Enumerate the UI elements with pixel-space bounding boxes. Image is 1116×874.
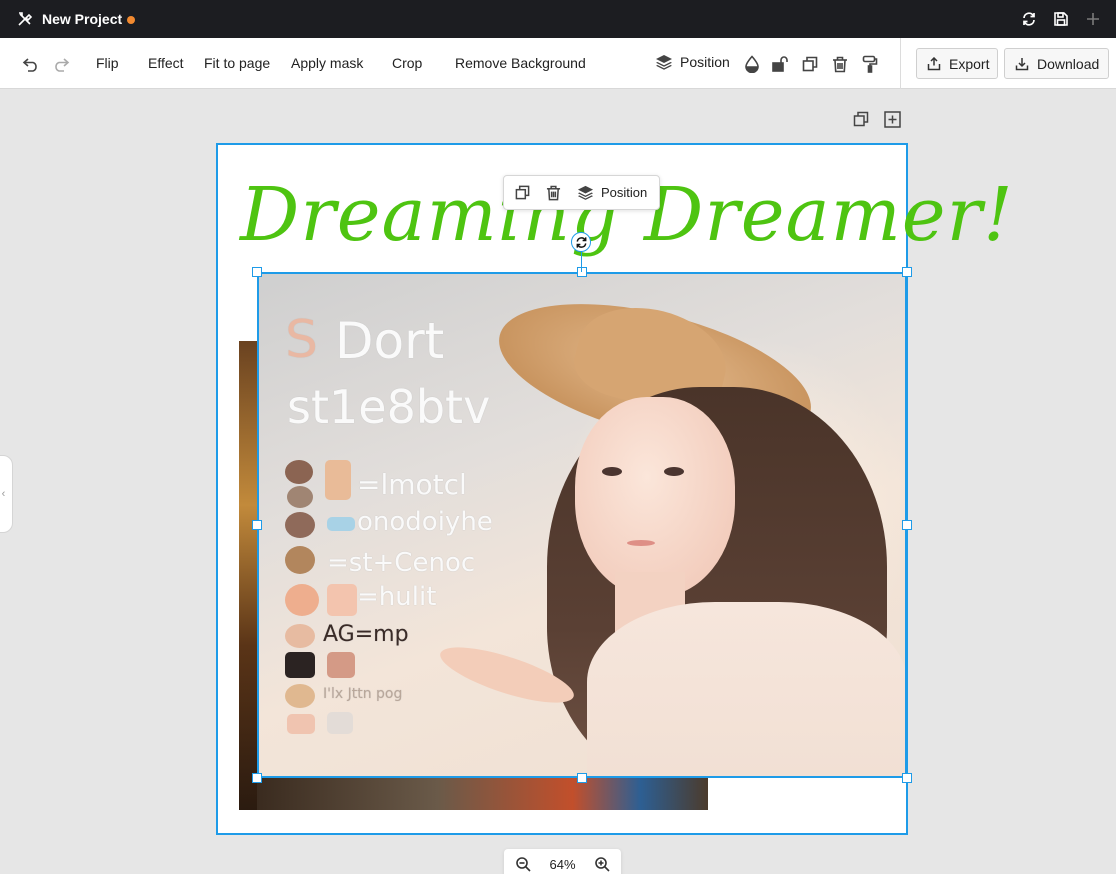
effect-button[interactable]: Effect [148,55,184,71]
layers-icon [655,53,673,71]
download-button[interactable]: Download [1004,48,1109,79]
sidebar-toggle[interactable]: ‹ [0,455,13,533]
resize-handle-top[interactable] [577,267,587,277]
export-button[interactable]: Export [916,48,998,79]
face [575,397,735,597]
swatch [287,486,313,508]
paint-roller-icon[interactable] [860,54,880,74]
layers-icon [577,184,594,201]
tools-icon[interactable] [17,11,33,27]
swatch [327,712,353,734]
shirt [587,602,907,778]
floating-position-button[interactable]: Position [577,184,647,201]
resize-handle-bottom-right[interactable] [902,773,912,783]
image-text-row-4: =hulit [357,582,437,612]
apply-mask-button[interactable]: Apply mask [291,55,363,71]
chevron-left-icon: ‹ [1,488,6,500]
crop-button[interactable]: Crop [392,55,422,71]
download-icon [1015,57,1029,71]
sync-icon[interactable] [1020,10,1038,28]
swatch [285,460,313,484]
resize-handle-top-left[interactable] [252,267,262,277]
duplicate-page-icon[interactable] [852,110,870,128]
undo-icon[interactable] [21,54,41,74]
image-text-row-5: AG=mp [323,622,409,647]
resize-handle-bottom-left[interactable] [252,773,262,783]
floating-toolbar: Position [503,175,660,210]
eye-right [664,467,684,476]
zoom-in-icon[interactable] [593,855,611,873]
title-bar: New Project [0,0,1116,38]
delete-icon[interactable] [830,54,850,74]
image-text-line-1: Dort [335,312,445,370]
main-toolbar: Flip Effect Fit to page Apply mask Crop … [0,38,1116,89]
image-text-row-6: I'lx Jttn pog [323,686,403,702]
floating-position-label: Position [601,185,648,200]
download-label: Download [1037,55,1100,72]
resize-handle-right[interactable] [902,520,912,530]
zoom-control: 64% [504,849,621,874]
swatch [325,460,351,500]
export-label: Export [949,55,990,72]
opacity-icon[interactable] [742,54,762,74]
swatch [285,624,315,648]
rotate-connector [581,250,582,272]
selected-photo[interactable]: S Dort st1e8btv =lmotcl onodoiyhe =st+Ce… [257,272,907,778]
save-icon[interactable] [1052,10,1070,28]
position-button[interactable]: Position [655,53,730,71]
swatch [327,652,355,678]
swatch [327,517,355,531]
swatch [285,546,315,574]
rotate-handle[interactable] [571,232,591,252]
image-text-row-2: onodoiyhe [357,507,493,537]
unlock-icon[interactable] [770,54,790,74]
swatch [285,512,315,538]
photo-bottom-detail [257,778,708,810]
resize-handle-bottom[interactable] [577,773,587,783]
duplicate-icon[interactable] [800,54,820,74]
remove-background-button[interactable]: Remove Background [455,55,586,71]
image-text-row-1: =lmotcl [357,468,467,501]
delete-icon[interactable] [543,183,563,203]
unsaved-indicator [127,16,135,24]
plus-icon[interactable] [1084,10,1102,28]
resize-handle-left[interactable] [252,520,262,530]
swatch [287,714,315,734]
zoom-out-icon[interactable] [514,855,532,873]
add-page-icon[interactable] [883,110,901,128]
fit-to-page-button[interactable]: Fit to page [204,55,270,71]
lips [627,540,655,546]
position-label: Position [680,54,730,70]
image-text-line-2: st1e8btv [287,380,491,434]
rotate-icon [575,236,588,249]
zoom-level: 64% [549,856,576,872]
photo-edge [239,341,257,810]
swatch [285,584,319,616]
flip-button[interactable]: Flip [96,55,119,71]
swatch [327,584,357,616]
duplicate-icon[interactable] [512,183,532,203]
eye-left [602,467,622,476]
swatch [285,652,315,678]
project-title[interactable]: New Project [42,11,122,27]
swatch [285,684,315,708]
image-text-row-3: =st+Cenoc [327,548,476,578]
redo-icon[interactable] [51,54,71,74]
image-letter-s: S [285,310,319,370]
export-icon [927,56,941,71]
toolbar-separator [900,38,901,89]
resize-handle-top-right[interactable] [902,267,912,277]
